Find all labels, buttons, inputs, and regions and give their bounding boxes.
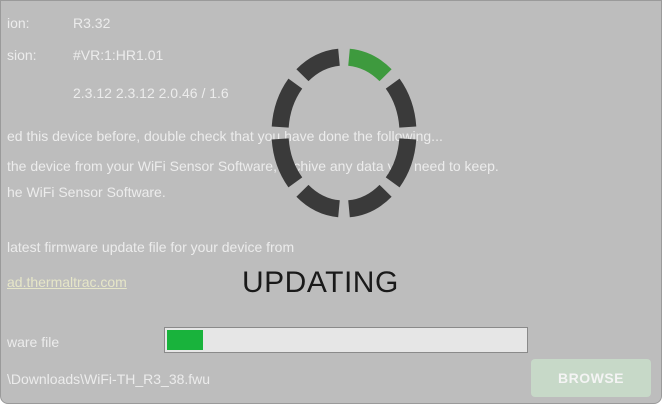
instruction-line-3: he WiFi Sensor Software. [7,184,166,200]
loading-spinner [271,48,417,218]
instruction-line-2: the device from your WiFi Sensor Softwar… [7,158,499,174]
spinner-segment [296,48,341,82]
spinner-segment [271,78,303,128]
spinner-segment [296,184,341,218]
download-link[interactable]: ad.thermaltrac.com [7,274,127,290]
revision-value: #VR:1:HR1.01 [73,47,164,63]
instruction-line-4: latest firmware update file for your dev… [7,239,295,255]
update-progress-fill [167,330,203,350]
spinner-segment [385,138,417,188]
component-versions: 2.3.12 2.3.12 2.0.46 / 1.6 [73,85,229,101]
spinner-segment [385,78,417,128]
firmware-file-path: \Downloads\WiFi-TH_R3_38.fwu [7,371,211,387]
spinner-segment [347,48,392,82]
revision-label: sion: [7,47,37,63]
firmware-file-label: ware file [7,334,60,350]
version-label: ion: [7,15,30,31]
version-value: R3.32 [73,15,111,31]
spinner-segment [347,184,392,218]
browse-button[interactable]: BROWSE [531,359,651,397]
firmware-update-dialog: ion: R3.32 sion: #VR:1:HR1.01 2.3.12 2.3… [0,0,662,404]
spinner-segment [271,138,303,188]
updating-status: UPDATING [242,266,399,299]
update-progress-bar [164,327,528,353]
